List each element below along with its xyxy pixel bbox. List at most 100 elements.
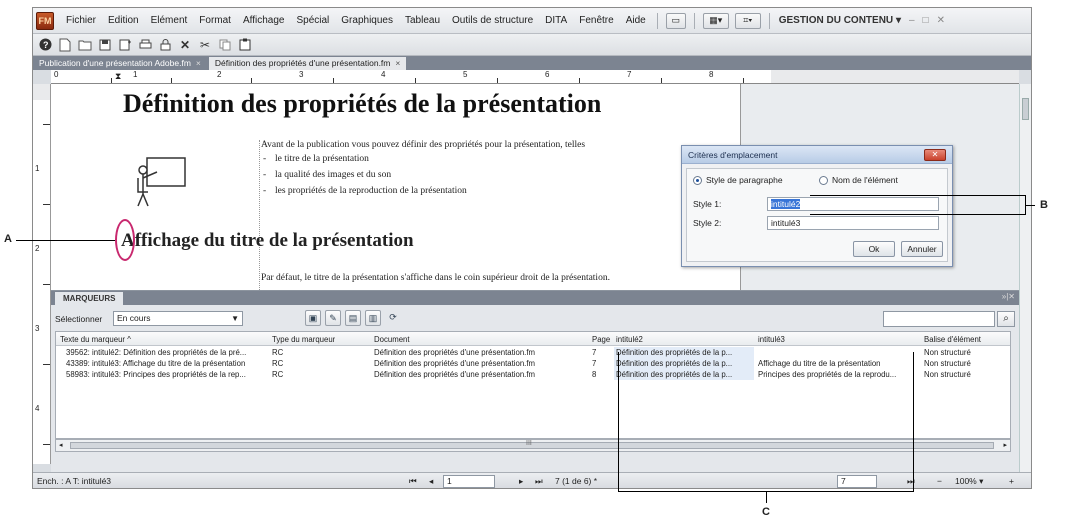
dialog-close-button[interactable]: ✕: [924, 149, 946, 161]
callout-a-ellipse: [115, 219, 135, 261]
bullet-item[interactable]: le titre de la présentation: [263, 154, 369, 164]
document-intro[interactable]: Avant de la publication vous pouvez défi…: [261, 140, 585, 150]
menu-graphiques[interactable]: Graphiques: [335, 15, 399, 26]
table-row[interactable]: 43389: intitulé3: Affichage du titre de …: [56, 358, 1010, 369]
first-page-icon[interactable]: ⏮: [409, 476, 417, 487]
cell-intitule3: Principes des propriétés de la reprodu..…: [758, 370, 897, 379]
delete-marker-icon[interactable]: ▤: [345, 310, 361, 326]
menu-fichier[interactable]: Fichier: [60, 15, 102, 26]
cell-texte: 39562: intitulé2: Définition des proprié…: [66, 348, 247, 357]
column-header-texte[interactable]: Texte du marqueur ^: [60, 334, 131, 345]
cut-icon[interactable]: ✂: [197, 37, 213, 53]
zoom-select[interactable]: 100% ▾: [955, 476, 983, 487]
cell-page: 7: [592, 359, 597, 368]
new-document-icon[interactable]: [57, 37, 73, 53]
column-header-type[interactable]: Type du marqueur: [272, 334, 335, 345]
marker-filter-select[interactable]: En cours ▼: [113, 311, 243, 326]
minimize-button[interactable]: –: [909, 15, 915, 26]
help-icon[interactable]: ?: [37, 37, 53, 53]
save-icon[interactable]: [97, 37, 113, 53]
tab-publication[interactable]: Publication d'une présentation Adobe.fm ×: [33, 57, 207, 70]
chevron-down-icon: ▼: [231, 314, 239, 323]
copy-icon[interactable]: [217, 37, 233, 53]
menu-tableau[interactable]: Tableau: [399, 15, 446, 26]
table-row[interactable]: 39562: intitulé2: Définition des proprié…: [56, 347, 1010, 358]
panel-controls[interactable]: »|✕: [1002, 292, 1015, 301]
tab-definition[interactable]: Définition des propriétés d'une présenta…: [208, 57, 407, 70]
style1-field[interactable]: intitulé2: [767, 197, 939, 211]
menu-format[interactable]: Format: [193, 15, 237, 26]
page-number-input[interactable]: 1: [443, 475, 495, 488]
view-mode-dropdown[interactable]: ▦▾: [702, 12, 729, 29]
bullet-item[interactable]: la qualité des images et du son: [263, 170, 391, 180]
maximize-button[interactable]: □: [923, 15, 929, 26]
panel-layout-button[interactable]: ▭: [665, 12, 686, 29]
cell-intitule2: Définition des propriétés de la p...: [616, 359, 733, 368]
menu-aide[interactable]: Aide: [620, 15, 652, 26]
print-icon[interactable]: [137, 37, 153, 53]
scrollbar-thumb[interactable]: [70, 442, 994, 449]
cell-page: 8: [592, 370, 597, 379]
scrollbar-thumb[interactable]: [1022, 98, 1029, 120]
structure-view-dropdown[interactable]: ⌗▾: [734, 12, 761, 29]
refresh-icon[interactable]: ⟳: [385, 310, 401, 326]
document-page[interactable]: Définition des propriétés de la présenta…: [51, 84, 741, 290]
column-header-intitule2[interactable]: intitulé2: [616, 334, 643, 345]
document-title[interactable]: Définition des propriétés de la présenta…: [123, 89, 601, 119]
scroll-left-icon[interactable]: ◂: [59, 441, 63, 449]
table-row[interactable]: 58983: intitulé3: Principes des propriét…: [56, 369, 1010, 380]
cell-balise: Non structuré: [924, 359, 971, 368]
document-scrollbar[interactable]: [1019, 84, 1031, 474]
zoom-out-icon[interactable]: −: [937, 476, 942, 486]
menu-dita[interactable]: DITA: [539, 15, 573, 26]
column-header-document[interactable]: Document: [374, 334, 410, 345]
cell-intitule2: Définition des propriétés de la p...: [616, 370, 733, 379]
paste-icon[interactable]: [237, 37, 253, 53]
workspace-switcher[interactable]: GESTION DU CONTENU ▾: [779, 15, 901, 26]
marker-search-input[interactable]: [883, 311, 995, 327]
element-location: Ench. : A T: intitulé3: [37, 476, 112, 486]
new-marker-icon[interactable]: ▣: [305, 310, 321, 326]
next-page-icon[interactable]: ▸: [519, 476, 523, 487]
tab-label: Publication d'une présentation Adobe.fm: [39, 58, 191, 68]
close-window-button[interactable]: ✕: [937, 15, 945, 26]
ok-button[interactable]: Ok: [853, 241, 895, 257]
open-folder-icon[interactable]: [77, 37, 93, 53]
style2-field[interactable]: intitulé3: [767, 216, 939, 230]
indent-marker-icon[interactable]: ⧗: [115, 71, 121, 82]
cell-balise: Non structuré: [924, 370, 971, 379]
menu-outils-structure[interactable]: Outils de structure: [446, 15, 539, 26]
save-as-icon[interactable]: [117, 37, 133, 53]
menu-edition[interactable]: Edition: [102, 15, 145, 26]
document-heading2[interactable]: Affichage du titre de la présentation: [121, 230, 414, 252]
radio-paragraph-style[interactable]: Style de paragraphe: [693, 175, 783, 185]
column-header-intitule3[interactable]: intitulé3: [758, 334, 785, 345]
goto-page-input[interactable]: 7: [837, 475, 877, 488]
menu-affichage[interactable]: Affichage: [237, 15, 291, 26]
scroll-right-icon[interactable]: ▸: [1003, 441, 1007, 449]
menu-special[interactable]: Spécial: [290, 15, 335, 26]
radio-selected-icon: [693, 175, 702, 185]
search-icon[interactable]: ⌕: [997, 311, 1015, 327]
filter-marker-icon[interactable]: ▥: [365, 310, 381, 326]
last-page-icon[interactable]: ⏭: [535, 476, 543, 487]
delete-icon[interactable]: ✕: [177, 37, 193, 53]
table-hscrollbar[interactable]: ◂ III ▸: [55, 439, 1011, 452]
close-tab-icon[interactable]: ×: [395, 58, 400, 68]
tab-marqueurs[interactable]: MARQUEURS: [55, 292, 124, 305]
menu-element[interactable]: Elément: [145, 15, 194, 26]
column-header-balise[interactable]: Balise d'élément: [924, 334, 981, 345]
menu-fenetre[interactable]: Fenêtre: [573, 15, 619, 26]
ruler-number: 8: [709, 70, 714, 79]
previous-page-icon[interactable]: ◂: [429, 476, 433, 487]
cancel-button[interactable]: Annuler: [901, 241, 943, 257]
column-header-page[interactable]: Page: [592, 334, 610, 345]
document-paragraph[interactable]: Par défaut, le titre de la présentation …: [261, 273, 610, 283]
close-tab-icon[interactable]: ×: [196, 58, 201, 68]
bullet-item[interactable]: les propriétés de la reproduction de la …: [263, 186, 467, 196]
radio-element-name[interactable]: Nom de l'élément: [819, 175, 898, 185]
lock-icon[interactable]: [157, 37, 173, 53]
zoom-in-icon[interactable]: +: [1009, 476, 1014, 486]
edit-marker-icon[interactable]: ✎: [325, 310, 341, 326]
callout-c-line: [766, 491, 767, 503]
